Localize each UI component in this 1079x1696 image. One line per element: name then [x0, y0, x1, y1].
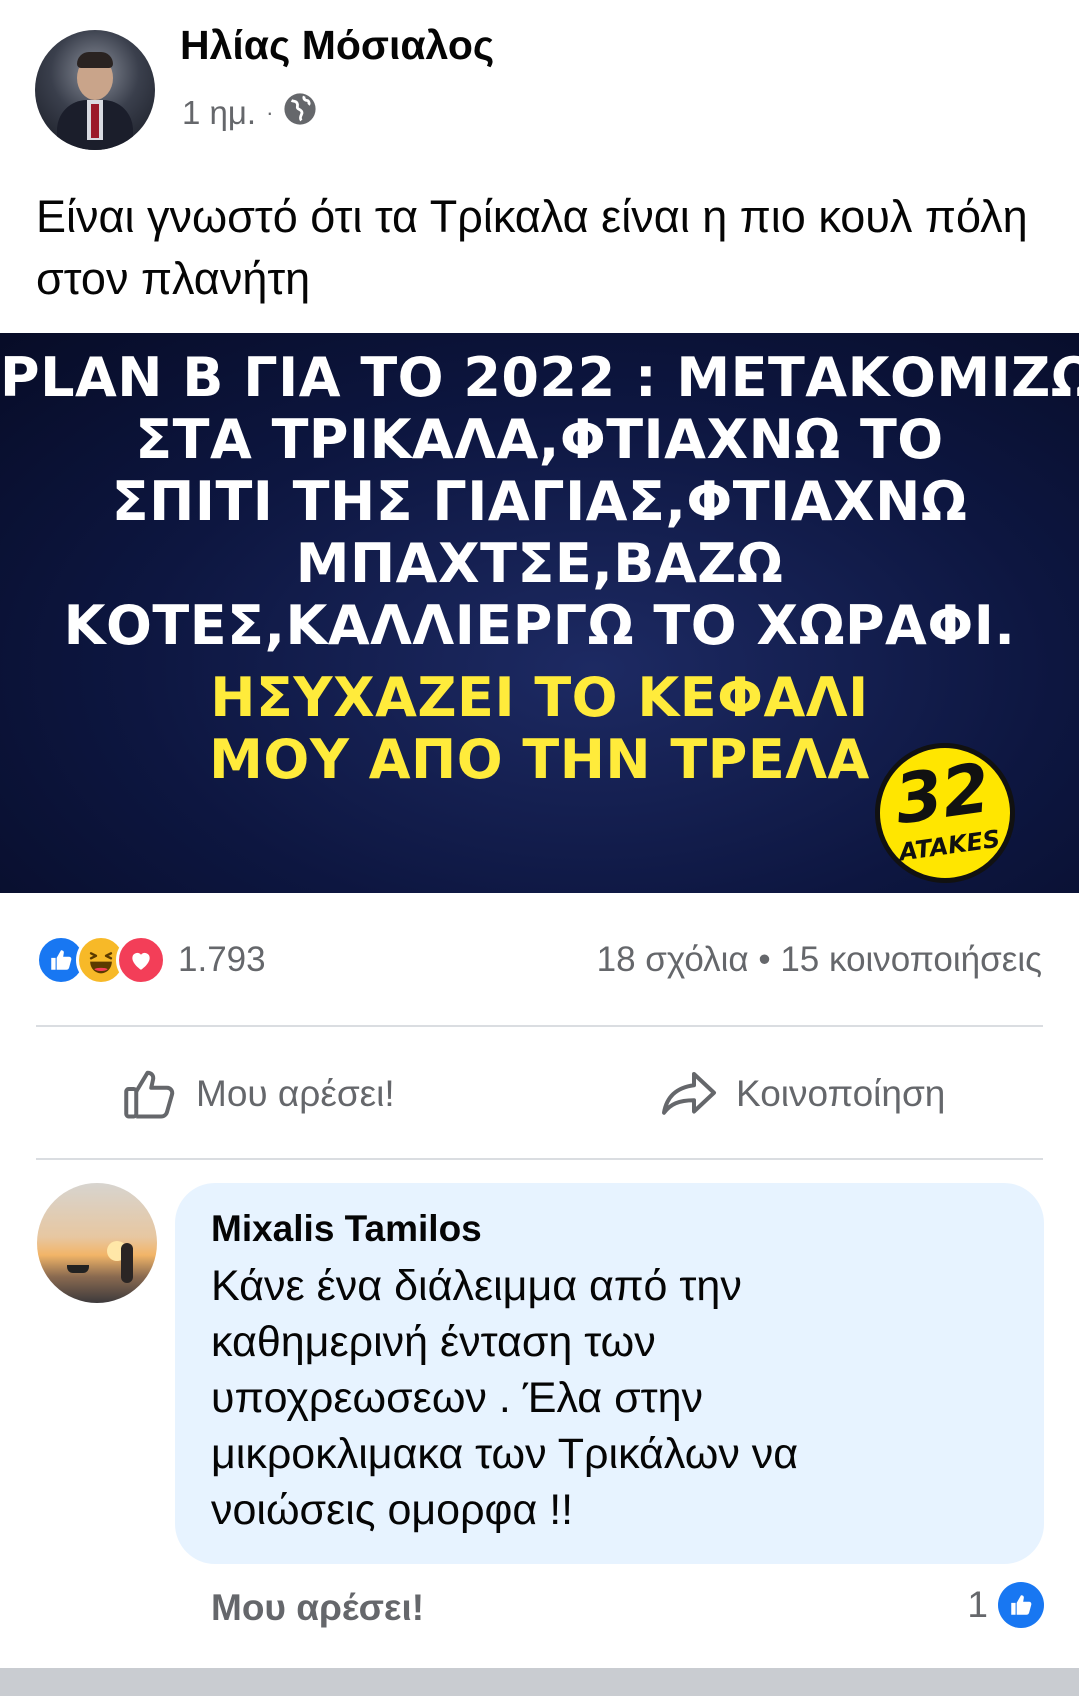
- divider: [36, 1158, 1043, 1160]
- share-button-label: Κοινοποίηση: [736, 1073, 946, 1114]
- comment-text: Κάνε ένα διάλειμμα από την καθημερινή έν…: [211, 1262, 799, 1534]
- post-image[interactable]: PLAN B ΓΙΑ ΤΟ 2022 : ΜΕΤΑΚΟΜΙΖΩ ΣΤΑ ΤΡΙΚ…: [0, 333, 1079, 893]
- comment-reaction-count: 1: [967, 1584, 988, 1625]
- image-text: PLAN B ΓΙΑ ΤΟ 2022 : ΜΕΤΑΚΟΜΙΖΩ ΣΤΑ ΤΡΙΚ…: [0, 347, 1079, 791]
- comment-reactions[interactable]: 1: [967, 1582, 1044, 1628]
- thumbs-up-icon: [120, 1064, 180, 1124]
- share-arrow-icon: [658, 1064, 720, 1124]
- reactions-summary[interactable]: 1.793: [36, 935, 266, 985]
- meta-separator: ·: [266, 100, 274, 125]
- image-line: PLAN B ΓΙΑ ΤΟ 2022 : ΜΕΤΑΚΟΜΙΖΩ: [0, 346, 1079, 409]
- image-line: ΣΤΑ ΤΡΙΚΑΛΑ,ΦΤΙΑΧΝΩ ΤΟ: [135, 408, 944, 471]
- comments-shares-count[interactable]: 18 σχόλια • 15 κοινοποιήσεις: [597, 940, 1042, 980]
- share-button[interactable]: Κοινοποίηση: [658, 1064, 945, 1124]
- post-meta: 1 ημ. ·: [182, 92, 317, 134]
- image-line: ΜΠΑΧΤΣΕ,ΒΑΖΩ: [295, 532, 784, 595]
- author-name[interactable]: Ηλίας Μόσιαλος: [180, 22, 494, 69]
- reaction-count: 1.793: [178, 940, 266, 979]
- image-line-yellow: ΗΣΥΧΑΖΕΙ ΤΟ ΚΕΦΑΛΙ: [210, 666, 869, 729]
- like-button-label: Μου αρέσει!: [196, 1073, 395, 1114]
- commenter-avatar[interactable]: [37, 1183, 157, 1303]
- image-line: ΚΟΤΕΣ,ΚΑΛΛΙΕΡΓΩ ΤΟ ΧΩΡΑΦΙ.: [63, 594, 1016, 657]
- like-button[interactable]: Μου αρέσει!: [120, 1064, 395, 1124]
- love-icon: [116, 935, 166, 985]
- image-line: ΣΠΙΤΙ ΤΗΣ ΓΙΑΓΙΑΣ,ΦΤΙΑΧΝΩ: [111, 470, 968, 533]
- commenter-name[interactable]: Mixalis Tamilos: [211, 1208, 482, 1250]
- bottom-separator: [0, 1668, 1079, 1696]
- post-text: Είναι γνωστό ότι τα Τρίκαλα είναι η πιο …: [36, 191, 1028, 304]
- author-avatar[interactable]: [35, 30, 155, 150]
- like-icon: [998, 1582, 1044, 1628]
- post-time[interactable]: 1 ημ.: [182, 94, 256, 132]
- comment-like-button[interactable]: Μου αρέσει!: [211, 1587, 424, 1629]
- globe-icon: [283, 92, 317, 134]
- divider: [36, 1025, 1043, 1027]
